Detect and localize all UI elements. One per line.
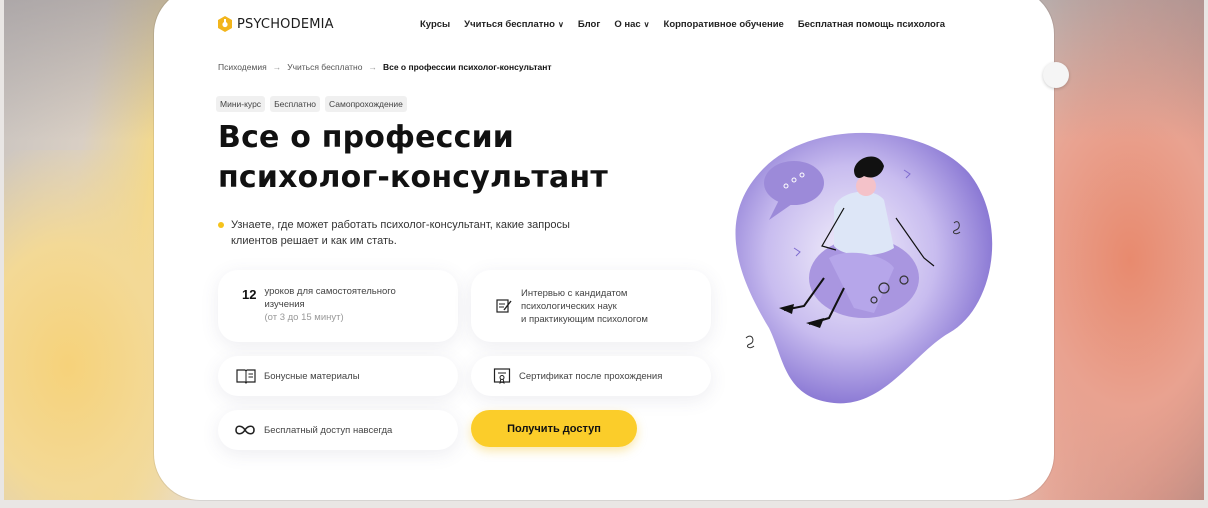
- certificate-icon: [493, 367, 511, 385]
- nav-item-learn-free[interactable]: Учиться бесплатно ∨: [464, 19, 564, 30]
- breadcrumb-home[interactable]: Психодемия: [218, 62, 267, 72]
- nav-item-about[interactable]: О нас ∨: [614, 19, 649, 30]
- feature-interview: Интервью с кандидатом психологических на…: [471, 270, 711, 342]
- psychologist-illustration: [735, 132, 993, 404]
- notepad-pen-icon: [495, 297, 513, 315]
- feature-access: Бесплатный доступ навсегда: [218, 410, 458, 450]
- book-icon: [236, 368, 256, 384]
- lead-text: Узнаете, где может работать психолог-кон…: [231, 219, 570, 247]
- scroll-next-button[interactable]: [1043, 62, 1069, 88]
- tag-free: Бесплатно: [270, 96, 321, 112]
- hero-lead: Узнаете, где может работать психолог-кон…: [218, 217, 618, 249]
- brand-hexagon-icon: [218, 16, 232, 32]
- breadcrumb-arrow-icon: →: [368, 62, 377, 72]
- feature-lessons: 12 уроков для самостоятельного изучения …: [218, 270, 458, 342]
- tag-mini-course: Мини-курс: [216, 96, 266, 112]
- nav-item-courses[interactable]: Курсы: [420, 19, 450, 30]
- brand-name: PSYCHODEMIA: [237, 16, 334, 32]
- chevron-down-icon: ∨: [643, 20, 650, 29]
- feature-bonus: Бонусные материалы: [218, 356, 458, 396]
- bullet-dot-icon: [218, 222, 224, 228]
- chevron-down-icon: ∨: [557, 20, 564, 29]
- nav-item-blog[interactable]: Блог: [578, 19, 601, 30]
- hero-card: PSYCHODEMIA Курсы Учиться бесплатно ∨ Бло…: [154, 0, 1054, 500]
- brand-logo[interactable]: PSYCHODEMIA: [218, 16, 334, 32]
- breadcrumb-current: Все о профессии психолог-консультант: [382, 62, 552, 72]
- breadcrumb-arrow-icon: →: [272, 62, 282, 72]
- get-access-button[interactable]: Получить доступ: [471, 410, 637, 447]
- tag-self-paced: Самопрохождение: [325, 96, 407, 112]
- nav-item-free-help[interactable]: Бесплатная помощь психолога: [798, 19, 945, 30]
- course-tags: Мини-курс Бесплатно Самопрохождение: [216, 96, 407, 112]
- lessons-count: 12: [242, 287, 257, 302]
- infinity-icon: [234, 424, 256, 436]
- breadcrumb-learn-free[interactable]: Учиться бесплатно: [287, 62, 362, 72]
- nav-item-corporate[interactable]: Корпоративное обучение: [664, 19, 784, 30]
- main-nav: Курсы Учиться бесплатно ∨ Блог О нас ∨ Кор…: [420, 19, 945, 30]
- breadcrumb: Психодемия → Учиться бесплатно → Все о п…: [218, 62, 552, 72]
- feature-certificate: Сертификат после прохождения: [471, 356, 711, 396]
- page-title: Все о профессии психолог-консультант: [218, 120, 608, 195]
